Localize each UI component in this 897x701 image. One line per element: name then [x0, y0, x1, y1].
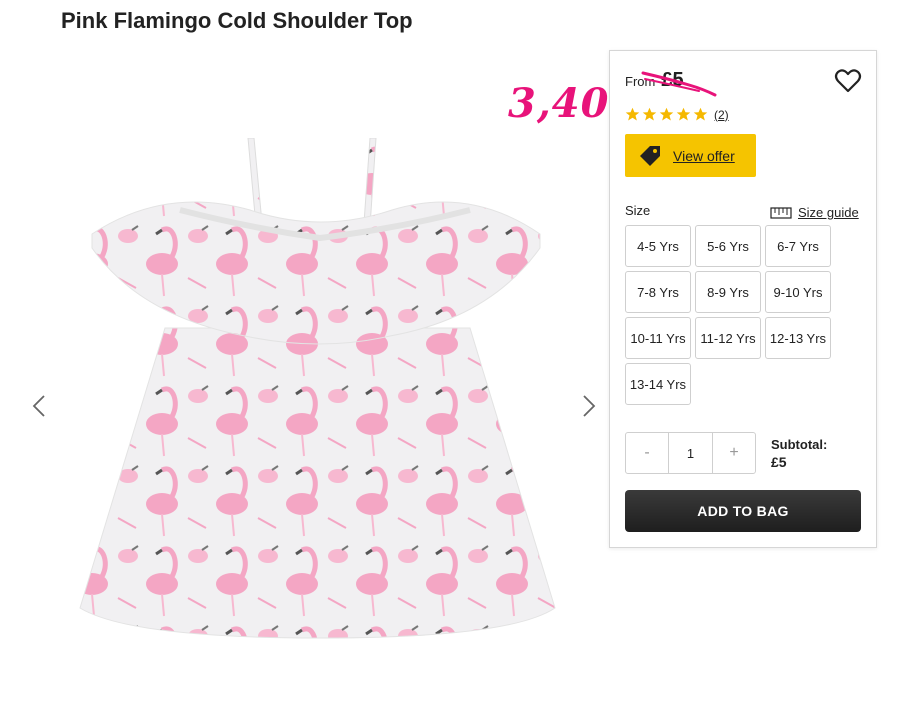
star-icon [676, 107, 691, 121]
size-option-10-11[interactable]: 10-11 Yrs [625, 317, 691, 359]
quantity-stepper: - 1 + [625, 432, 756, 474]
product-gallery [20, 110, 610, 670]
add-to-bag-button[interactable]: ADD TO BAG [625, 490, 861, 532]
view-offer-button[interactable]: View offer [625, 134, 756, 177]
rating-row: (2) [625, 107, 729, 122]
view-offer-label: View offer [673, 147, 735, 164]
price-row: From £5 [625, 69, 717, 97]
chevron-left-icon[interactable] [28, 390, 52, 422]
subtotal: Subtotal: £5 [771, 437, 827, 470]
star-icon [659, 107, 674, 121]
review-count-link[interactable]: (2) [714, 108, 729, 122]
heart-icon[interactable] [834, 67, 862, 95]
size-option-11-12[interactable]: 11-12 Yrs [695, 317, 761, 359]
tag-icon [640, 145, 660, 166]
subtotal-value: £5 [771, 454, 787, 470]
size-guide-label: Size guide [798, 205, 859, 220]
old-price: £5 [641, 69, 717, 97]
size-option-5-6[interactable]: 5-6 Yrs [695, 225, 761, 267]
handwritten-price-annotation: 3,40 [508, 80, 610, 127]
size-option-4-5[interactable]: 4-5 Yrs [625, 225, 691, 267]
old-price-value: £5 [661, 69, 684, 91]
ruler-icon [770, 206, 792, 219]
star-icon [625, 107, 640, 121]
star-icon [642, 107, 657, 121]
size-option-12-13[interactable]: 12-13 Yrs [765, 317, 831, 359]
size-label: Size [625, 203, 651, 218]
quantity-input[interactable]: 1 [668, 433, 713, 473]
chevron-right-icon[interactable] [576, 390, 600, 422]
size-option-7-8[interactable]: 7-8 Yrs [625, 271, 691, 313]
size-guide-link[interactable]: Size guide [770, 205, 859, 220]
subtotal-label: Subtotal: [771, 437, 828, 452]
quantity-decrease-button[interactable]: - [626, 433, 668, 473]
purchase-panel: From £5 (2) View offer Size Size guide 4… [609, 50, 877, 548]
size-option-6-7[interactable]: 6-7 Yrs [765, 225, 831, 267]
star-icon [693, 107, 708, 121]
flamingo-top-image [79, 138, 556, 639]
size-option-8-9[interactable]: 8-9 Yrs [695, 271, 761, 313]
star-rating [625, 107, 708, 122]
quantity-increase-button[interactable]: + [713, 433, 755, 473]
size-option-9-10[interactable]: 9-10 Yrs [765, 271, 831, 313]
page-title: Pink Flamingo Cold Shoulder Top [61, 8, 413, 33]
size-option-13-14[interactable]: 13-14 Yrs [625, 363, 691, 405]
from-label: From [625, 74, 656, 89]
